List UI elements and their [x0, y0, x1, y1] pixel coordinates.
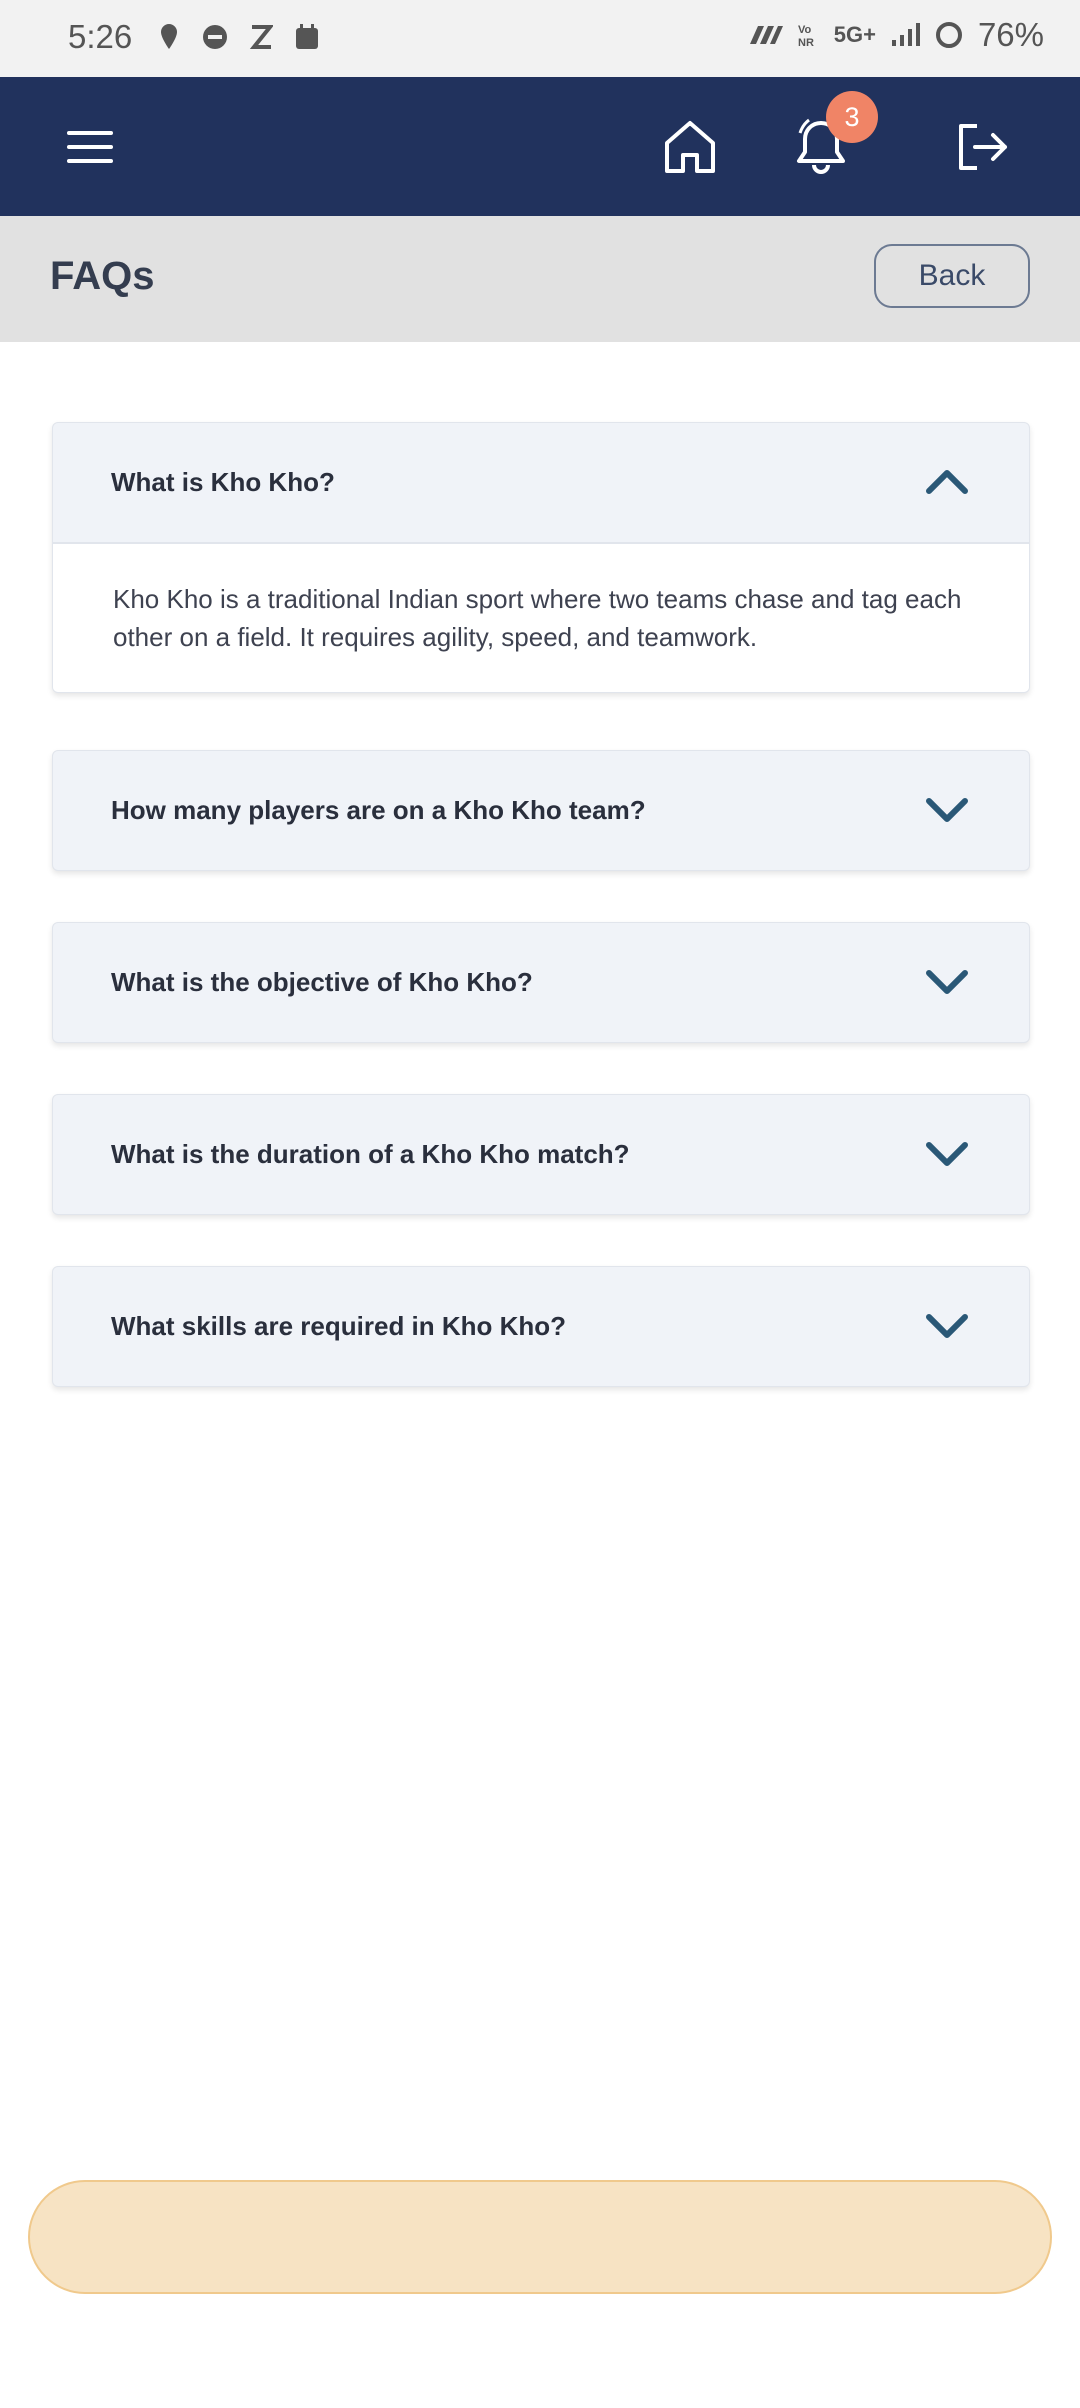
location-pin-icon — [155, 22, 183, 52]
page-title: FAQs — [50, 254, 155, 298]
faq-question-row[interactable]: What is the duration of a Kho Kho match? — [53, 1095, 1029, 1214]
z-app-icon — [247, 22, 275, 52]
signal-icon — [891, 23, 920, 46]
volte-icon: VoNR — [798, 24, 814, 48]
faq-question: What is the objective of Kho Kho? — [111, 967, 533, 997]
status-notification-icons — [155, 22, 321, 52]
battery-ring-icon — [935, 22, 962, 48]
chevron-down-icon — [926, 970, 968, 994]
faq-question-row[interactable]: What is Kho Kho? — [53, 423, 1029, 542]
network-type: 5G+ — [833, 22, 876, 47]
faq-question-row[interactable]: What skills are required in Kho Kho? — [53, 1267, 1029, 1386]
app-header — [0, 77, 1080, 216]
faq-answer: Kho Kho is a traditional Indian sport wh… — [53, 542, 1029, 692]
home-icon — [665, 121, 715, 173]
calendar-app-icon — [293, 22, 321, 52]
chevron-up-icon — [926, 470, 968, 494]
status-time: 5:26 — [68, 18, 133, 55]
carrier-icon — [749, 26, 783, 44]
faq-question: What is the duration of a Kho Kho match? — [111, 1139, 630, 1169]
bottom-nav — [28, 2180, 1052, 2294]
menu-button[interactable] — [60, 119, 120, 175]
chevron-down-icon — [926, 1314, 968, 1338]
faq-item: What is the duration of a Kho Kho match? — [52, 1094, 1030, 1215]
faq-question-row[interactable]: What is the objective of Kho Kho? — [53, 923, 1029, 1042]
status-right-group: Vo NR 5G+ 76% — [746, 16, 1044, 54]
svg-text:Vo: Vo — [798, 24, 812, 36]
logout-icon — [959, 124, 1007, 170]
faq-item: How many players are on a Kho Kho team? — [52, 750, 1030, 871]
faq-question: What is Kho Kho? — [111, 467, 335, 497]
chevron-down-icon — [926, 798, 968, 822]
logout-button[interactable] — [952, 117, 1012, 177]
faq-item: What is the objective of Kho Kho? — [52, 922, 1030, 1043]
back-button[interactable]: Back — [874, 244, 1030, 308]
faq-item: What skills are required in Kho Kho? — [52, 1266, 1030, 1387]
page-title-bar: FAQs Back — [0, 216, 1080, 342]
status-bar: 5:26 Vo NR 5G+ 76% — [0, 0, 1080, 77]
faq-question: How many players are on a Kho Kho team? — [111, 795, 646, 825]
faq-question: What skills are required in Kho Kho? — [111, 1311, 567, 1341]
home-button[interactable] — [660, 115, 720, 179]
chevron-down-icon — [926, 1142, 968, 1166]
svg-text:NR: NR — [798, 37, 814, 48]
faq-question-row[interactable]: How many players are on a Kho Kho team? — [53, 751, 1029, 870]
faq-item: What is Kho Kho? Kho Kho is a traditiona… — [52, 422, 1030, 693]
notification-badge: 3 — [826, 91, 878, 143]
nav-item-home[interactable] — [30, 2182, 210, 2296]
battery-percent: 76% — [977, 16, 1044, 53]
app-circle-icon — [201, 22, 229, 52]
hamburger-icon — [67, 131, 113, 163]
